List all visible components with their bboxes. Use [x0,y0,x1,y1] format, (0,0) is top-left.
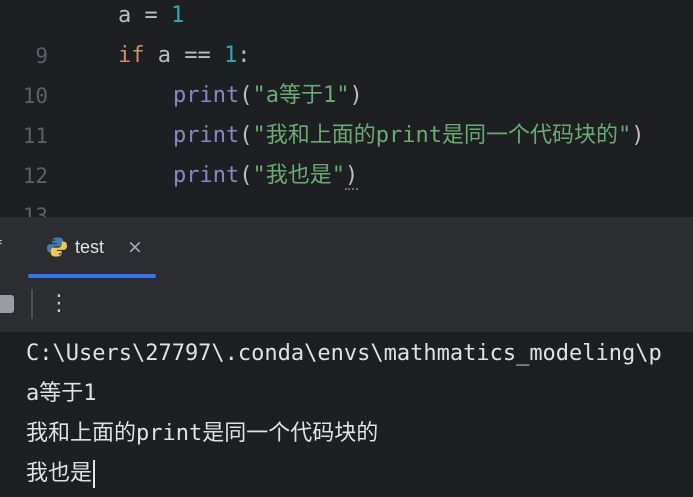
code-line[interactable]: 10 if a == 1: [0,36,693,108]
code-token: "a等于1" [252,83,350,108]
code-token: 1 [170,3,185,28]
code-token: ) [344,163,359,190]
code-token: a = [118,3,171,28]
text-cursor [93,460,96,488]
stop-icon[interactable] [0,295,14,313]
code-token: ( [239,123,253,148]
console-output[interactable]: C:\Users\27797\.conda\envs\mathmatics_mo… [0,332,693,497]
tab-label: test [75,237,105,257]
code-text[interactable]: print("我也是") [173,156,359,196]
run-tab-bar: f test × [0,217,693,279]
code-token: 1 [223,43,238,68]
code-text[interactable]: print("我和上面的print是同一个代码块的") [173,116,644,156]
tab-test[interactable]: test × [28,217,156,278]
code-line[interactable]: 11 print("a等于1") [0,76,693,148]
code-token: ) [349,83,363,108]
code-editor[interactable]: 9 a = 1 10 if a == 1: 11 print("a等于1") 1… [0,0,693,228]
more-options-icon[interactable]: ⋮ [48,289,70,319]
code-token: ( [239,163,253,188]
toolbar-divider [31,289,33,319]
code-text[interactable]: a = 1 [118,0,184,36]
console-line: C:\Users\27797\.conda\envs\mathmatics_mo… [26,341,662,366]
code-token: "我也是" [252,163,345,188]
code-line[interactable]: 12 print("我和上面的print是同一个代码块的") [0,116,693,188]
python-icon [47,237,67,257]
code-token: a == [144,43,224,68]
code-line[interactable]: 13 print("我也是") [0,156,693,228]
code-token: "我和上面的print是同一个代码块的" [252,123,632,148]
code-token: ) [631,123,645,148]
console-line: a等于1 [26,381,97,406]
code-text[interactable]: if a == 1: [118,36,250,76]
code-line[interactable]: 9 a = 1 [0,0,693,68]
code-text[interactable]: print("a等于1") [173,76,363,116]
console-line-text: 我也是 [26,461,93,486]
code-token: if [118,43,145,68]
code-token: ( [239,83,253,108]
code-token: print [173,83,240,108]
run-toolbar: ⋮ [0,278,693,332]
code-token: : [237,43,251,68]
code-token: print [173,123,240,148]
previous-tab[interactable]: f [0,237,2,257]
close-icon[interactable]: × [127,236,143,258]
code-token: print [173,163,240,188]
console-line: 我也是 [26,454,96,494]
console-line: 我和上面的print是同一个代码块的 [26,421,379,446]
